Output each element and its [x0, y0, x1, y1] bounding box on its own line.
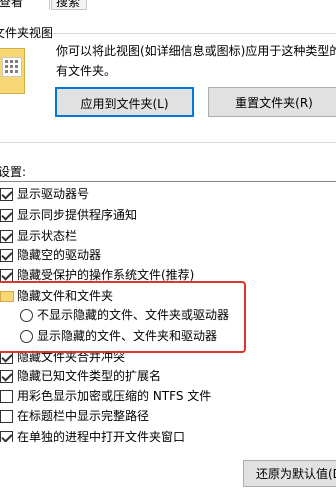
- option-label: 显示隐藏的文件、文件夹和驱动器: [37, 329, 218, 343]
- grid-icon: [2, 57, 22, 77]
- checkbox[interactable]: [0, 431, 13, 442]
- checkbox[interactable]: [0, 188, 13, 201]
- folder-views-description: 你可以将此视图(如详细信息或图标)应用于这种类型的 有文件夹。: [56, 41, 336, 81]
- description-line-1: 你可以将此视图(如详细信息或图标)应用于这种类型的: [56, 44, 336, 58]
- setting-label: 用彩色显示加密或压缩的 NTFS 文件: [17, 389, 212, 403]
- setting-label: 显示状态栏: [17, 229, 78, 243]
- setting-label: 隐藏文件夹合并冲突: [17, 350, 126, 364]
- folder-icon: [0, 291, 14, 302]
- option-label: 不显示隐藏的文件、文件夹或驱动器: [37, 308, 230, 322]
- tab-search-label: 搜索: [56, 0, 81, 9]
- restore-defaults-button[interactable]: 还原为默认值(D): [243, 460, 336, 487]
- tab-search[interactable]: 搜索: [51, 0, 87, 10]
- checkbox[interactable]: [0, 351, 13, 364]
- folder-options-dialog: 查看 搜索 文件夹视图 你可以将此视图(如详细信息或图标)应用于这种类型的 有文…: [0, 0, 336, 503]
- setting-group-label: 隐藏文件和文件夹: [17, 289, 114, 303]
- setting-label: 显示驱动器号: [17, 187, 90, 201]
- folder-views-title: 文件夹视图: [0, 26, 54, 40]
- tab-view[interactable]: 查看: [0, 0, 50, 10]
- folder-view-icon: [0, 48, 25, 94]
- tab-view-label: 查看: [0, 0, 24, 9]
- apply-to-folders-button[interactable]: 应用到文件夹(L): [55, 87, 194, 117]
- setting-label: 隐藏空的驱动器: [17, 248, 102, 262]
- checkbox[interactable]: [0, 390, 13, 403]
- checkbox[interactable]: [0, 249, 13, 262]
- setting-label: 隐藏受保护的操作系统文件(推荐): [17, 268, 195, 282]
- advanced-settings-list[interactable]: 显示驱动器号 显示同步提供程序通知 显示状态栏 隐藏空的驱动器 隐藏受保护的操作…: [0, 181, 336, 442]
- checkbox[interactable]: [0, 410, 13, 423]
- advanced-settings-title: 设置:: [0, 165, 27, 179]
- description-line-2: 有文件夹。: [56, 64, 117, 78]
- setting-label: 在单独的进程中打开文件夹窗口: [17, 430, 186, 442]
- checkbox[interactable]: [0, 370, 13, 383]
- checkbox[interactable]: [0, 269, 13, 282]
- checkbox[interactable]: [0, 209, 13, 222]
- setting-label: 在标题栏中显示完整路径: [17, 409, 150, 423]
- radio-button[interactable]: [20, 330, 33, 343]
- reset-folders-button[interactable]: 重置文件夹(R): [208, 87, 336, 117]
- checkbox[interactable]: [0, 230, 13, 243]
- setting-label: 显示同步提供程序通知: [17, 208, 138, 222]
- setting-label: 隐藏已知文件类型的扩展名: [17, 369, 162, 383]
- radio-button[interactable]: [20, 309, 33, 322]
